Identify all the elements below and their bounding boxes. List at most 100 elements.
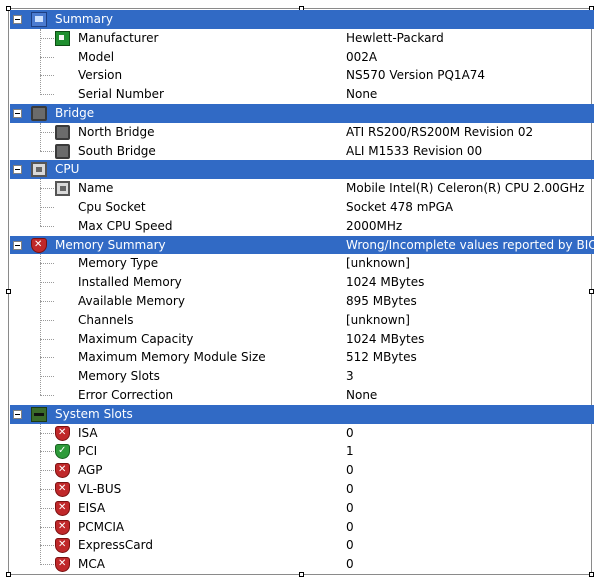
property-row[interactable]: ISA 0 [10,424,594,443]
property-row[interactable]: South Bridge ALI M1533 Revision 00 [10,142,594,161]
property-row[interactable]: Error Correction None [10,386,594,405]
property-label: Maximum Memory Module Size [78,350,266,365]
cpu-icon [55,181,70,197]
property-row[interactable]: Manufacturer Hewlett-Packard [10,29,594,48]
tree-connector [40,37,54,39]
property-value: 0 [346,557,354,572]
property-label: Manufacturer [78,30,159,45]
section-row-system-slots[interactable]: System Slots [10,404,594,424]
property-row[interactable]: Model 002A [10,48,594,67]
property-label: AGP [78,463,103,478]
tree-connector [40,507,54,509]
property-value: 3 [346,369,354,384]
section-label: CPU [55,162,80,177]
property-value: 512 MBytes [346,350,417,365]
property-row[interactable]: Maximum Memory Module Size 512 MBytes [10,348,594,367]
tree-connector-vertical [40,122,41,151]
property-row[interactable]: Memory Type [unknown] [10,254,594,273]
property-row[interactable]: Version NS570 Version PQ1A74 [10,66,594,85]
property-label: Serial Number [78,87,164,102]
tree-connector-vertical [40,28,41,95]
property-row[interactable]: Max CPU Speed 2000MHz [10,217,594,236]
property-label: North Bridge [78,124,155,139]
property-value: 0 [346,500,354,515]
property-label: PCI [78,444,98,459]
x-shield-icon [55,462,70,479]
property-row[interactable]: EISA 0 [10,499,594,518]
property-row[interactable]: Installed Memory 1024 MBytes [10,273,594,292]
property-label: Name [78,181,114,196]
property-value: 0 [346,538,354,553]
property-value: 1024 MBytes [346,275,425,290]
property-row[interactable]: Channels [unknown] [10,311,594,330]
property-value: ALI M1533 Revision 00 [346,143,483,158]
section-row-bridge[interactable]: Bridge [10,103,594,123]
property-row[interactable]: Memory Slots 3 [10,367,594,386]
section-label: Bridge [55,105,95,120]
property-row[interactable]: Name Mobile Intel(R) Celeron(R) CPU 2.00G… [10,179,594,198]
section-label: System Slots [55,406,133,421]
property-value: 895 MBytes [346,293,417,308]
tree-connector [40,545,54,547]
board-icon [55,30,70,46]
tree-connector [40,75,54,77]
tree-connector [40,263,54,265]
tree-connector [40,488,54,490]
property-row[interactable]: VL-BUS 0 [10,480,594,499]
property-value: Mobile Intel(R) Celeron(R) CPU 2.00GHz [346,181,585,196]
tree-connector [40,56,54,58]
collapse-toggle[interactable] [13,15,22,24]
property-row[interactable]: PCI 1 [10,442,594,461]
collapse-toggle[interactable] [13,108,22,118]
tree-connector [40,131,54,133]
property-value: 0 [346,481,354,496]
property-value: [unknown] [346,312,410,327]
tree-connector [40,300,54,302]
property-row[interactable]: Available Memory 895 MBytes [10,292,594,311]
cpu-icon [31,162,47,178]
tree-connector [40,470,54,472]
property-label: Maximum Capacity [78,331,194,346]
property-value: None [346,387,378,402]
check-shield-icon [55,443,70,460]
chip-icon [55,124,70,140]
x-shield-icon [55,481,70,497]
x-shield-icon [55,500,70,516]
x-shield-icon [55,537,70,554]
property-row[interactable]: Serial Number None [10,85,594,104]
property-value: 1024 MBytes [346,331,425,346]
tree-connector-vertical [40,179,41,227]
property-row[interactable]: Maximum Capacity 1024 MBytes [10,330,594,349]
property-label: ISA [78,425,98,440]
collapse-toggle[interactable] [13,240,22,250]
section-row-memory-summary[interactable]: Memory Summary Wrong/Incomplete values re… [10,235,601,255]
tree-connector [40,564,54,566]
property-row[interactable]: MCA 0 [10,555,594,574]
slots-icon [31,406,47,422]
property-value: Hewlett-Packard [346,30,444,45]
tree-connector [40,188,54,190]
collapse-toggle[interactable] [13,165,22,175]
tree-connector [40,94,54,96]
property-row[interactable]: ExpressCard 0 [10,536,594,555]
property-row[interactable]: Cpu Socket Socket 478 mPGA [10,198,594,217]
property-label: Max CPU Speed [78,218,173,233]
property-row[interactable]: PCMCIA 0 [10,518,594,537]
tree-connector [40,376,54,378]
property-row[interactable]: AGP 0 [10,461,594,480]
property-row[interactable]: North Bridge ATI RS200/RS200M Revision 02 [10,123,594,142]
property-value: 002A [346,49,378,64]
collapse-toggle[interactable] [13,409,22,419]
section-row-summary[interactable]: Summary [10,10,594,29]
property-label: Error Correction [78,387,174,402]
tree-connector [40,394,54,396]
property-label: Cpu Socket [78,199,146,214]
property-label: Channels [78,312,134,327]
property-label: EISA [78,500,106,515]
property-label: Model [78,49,115,64]
warning-shield-icon [31,237,47,253]
section-row-cpu[interactable]: CPU [10,160,594,180]
property-value: 0 [346,519,354,534]
section-label: Summary [55,12,113,26]
tree-connector [40,150,54,152]
